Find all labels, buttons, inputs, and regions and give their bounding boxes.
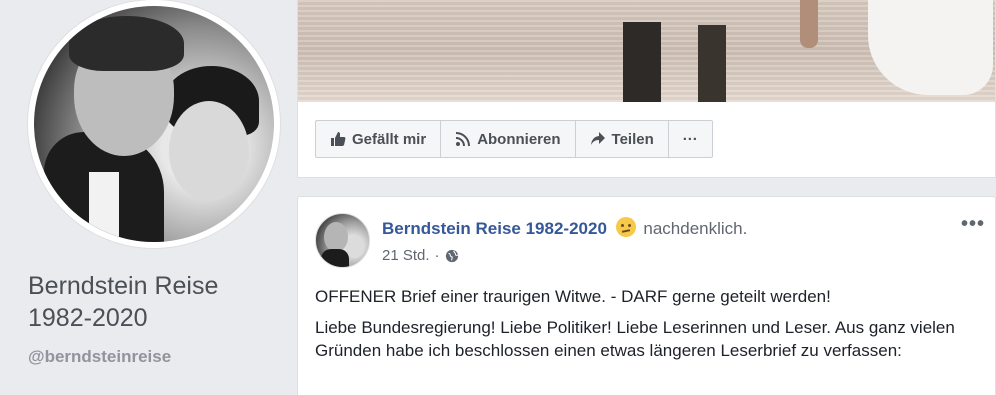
share-label: Teilen [611, 130, 654, 148]
rss-icon [456, 132, 471, 147]
thumbs-up-icon [331, 132, 346, 146]
share-arrow-icon [590, 132, 605, 145]
post-card: Berndstein Reise 1982-2020 nachdenklich.… [297, 196, 996, 395]
page-handle[interactable]: @berndsteinreise [28, 347, 171, 367]
cover-photo[interactable] [298, 0, 995, 102]
post-meta: 21 Std. · [382, 247, 459, 264]
post-feeling: nachdenklich. [643, 219, 748, 238]
post-timestamp[interactable]: 21 Std. [382, 247, 430, 264]
post-body: OFFENER Brief einer traurigen Witwe. - D… [315, 285, 980, 370]
post-author-avatar[interactable] [315, 213, 370, 268]
meta-separator: · [434, 247, 440, 264]
more-icon: ··· [682, 130, 698, 148]
share-button[interactable]: Teilen [576, 121, 669, 157]
globe-icon[interactable] [445, 249, 459, 263]
like-page-button[interactable]: Gefällt mir [316, 121, 442, 157]
profile-picture[interactable] [28, 0, 280, 248]
post-options-icon[interactable]: ••• [961, 213, 985, 236]
more-options-button[interactable]: ··· [669, 121, 712, 157]
thinking-emoji-icon [615, 217, 636, 237]
subscribe-button[interactable]: Abonnieren [441, 121, 576, 157]
left-column: Berndstein Reise 1982-2020 @berndsteinre… [0, 0, 290, 395]
subscribe-label: Abonnieren [477, 130, 561, 148]
profile-photo [34, 6, 274, 242]
post-header: Berndstein Reise 1982-2020 nachdenklich. [382, 217, 747, 239]
page-actions-bar: Gefällt mir Abonnieren Teilen ··· [315, 120, 713, 158]
page-name[interactable]: Berndstein Reise 1982-2020 [28, 270, 278, 334]
post-paragraph: Liebe Bundesregierung! Liebe Politiker! … [315, 318, 955, 360]
post-author-link[interactable]: Berndstein Reise 1982-2020 [382, 219, 607, 238]
cover-card: Gefällt mir Abonnieren Teilen ··· [297, 0, 996, 178]
like-page-label: Gefällt mir [352, 130, 427, 148]
post-paragraph: OFFENER Brief einer traurigen Witwe. - D… [315, 287, 831, 306]
